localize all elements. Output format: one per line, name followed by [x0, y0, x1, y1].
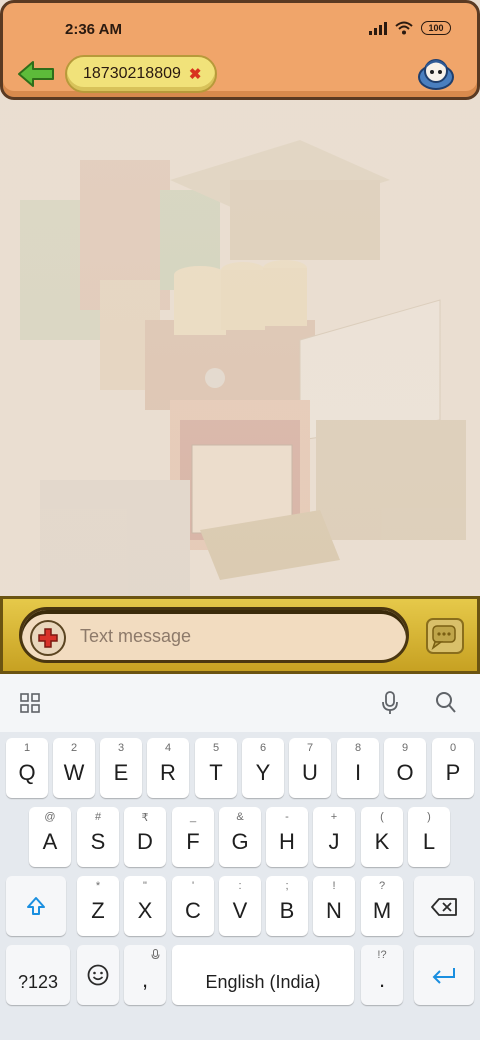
key-r[interactable]: 4R: [147, 738, 189, 798]
recipient-chip[interactable]: 18730218809 ✖: [65, 55, 217, 93]
enter-arrow-icon: [432, 968, 455, 984]
key-u[interactable]: 7U: [289, 738, 331, 798]
key-m[interactable]: ? M: [361, 876, 403, 936]
key-x[interactable]: " X: [124, 876, 166, 936]
isometric-city-illustration: [0, 100, 480, 596]
key-n[interactable]: ! N: [313, 876, 355, 936]
backspace-icon: [431, 898, 457, 916]
key-k[interactable]: (K: [361, 807, 403, 867]
key-w[interactable]: 2W: [53, 738, 95, 798]
mic-hint-icon: [151, 949, 160, 960]
soft-keyboard: 1Q 2W 3E 4R 5T 6Y 7U 8I 9O 0P @ A # S ₹ D _…: [0, 674, 480, 1040]
key-t[interactable]: 5T: [195, 738, 237, 798]
status-icons: 100: [369, 21, 451, 35]
enter-key[interactable]: [414, 945, 474, 1005]
key-s[interactable]: # S: [77, 807, 119, 867]
recipient-number: 18730218809: [83, 65, 181, 82]
battery-level: 100: [428, 23, 444, 33]
key-q[interactable]: 1Q: [6, 738, 48, 798]
space-bar[interactable]: English (India): [172, 945, 354, 1005]
period-key[interactable]: !?.: [361, 945, 403, 1005]
key-b[interactable]: ; B: [266, 876, 308, 936]
message-placeholder: Text message: [80, 626, 192, 646]
message-input[interactable]: Text message: [19, 607, 409, 663]
search-icon[interactable]: [435, 691, 457, 715]
key-h[interactable]: -H: [266, 807, 308, 867]
key-c[interactable]: ' C: [172, 876, 214, 936]
keyboard-toolbar: [0, 674, 480, 732]
plus-icon: [38, 628, 58, 648]
emoji-icon: [87, 964, 109, 986]
microphone-icon[interactable]: [381, 691, 399, 715]
shift-key[interactable]: [6, 876, 66, 936]
key-v[interactable]: :V: [219, 876, 261, 936]
key-y[interactable]: 6Y: [242, 738, 284, 798]
symbols-key[interactable]: ?123: [6, 945, 70, 1005]
battery-icon: 100: [421, 21, 451, 35]
key-p[interactable]: 0P: [432, 738, 474, 798]
compose-bar: Text message: [0, 596, 480, 674]
key-e[interactable]: 3E: [100, 738, 142, 798]
conversation-header: 2:36 AM 100 18730218809 ✖: [0, 0, 480, 100]
key-o[interactable]: 9O: [384, 738, 426, 798]
apps-grid-icon[interactable]: [20, 693, 40, 713]
key-z[interactable]: * Z: [77, 876, 119, 936]
signal-icon: [369, 21, 387, 35]
key-l[interactable]: ) L: [408, 807, 450, 867]
attach-button[interactable]: [30, 620, 66, 656]
send-message-icon[interactable]: [425, 617, 465, 655]
emoji-key[interactable]: [77, 945, 119, 1005]
back-arrow-icon[interactable]: [17, 59, 57, 89]
remove-recipient-icon[interactable]: ✖: [189, 65, 202, 83]
key-j[interactable]: + J: [313, 807, 355, 867]
key-a[interactable]: @ A: [29, 807, 71, 867]
key-d[interactable]: ₹ D: [124, 807, 166, 867]
key-i[interactable]: 8I: [337, 738, 379, 798]
shift-arrow-icon: [27, 897, 45, 915]
status-time: 2:36 AM: [65, 21, 122, 38]
comma-key[interactable]: ,: [124, 945, 166, 1005]
key-g[interactable]: & G: [219, 807, 261, 867]
wifi-icon: [395, 21, 413, 35]
backspace-key[interactable]: [414, 876, 474, 936]
contact-avatar-icon[interactable]: [417, 57, 455, 91]
conversation-background: [0, 100, 480, 596]
key-f[interactable]: _ F: [172, 807, 214, 867]
